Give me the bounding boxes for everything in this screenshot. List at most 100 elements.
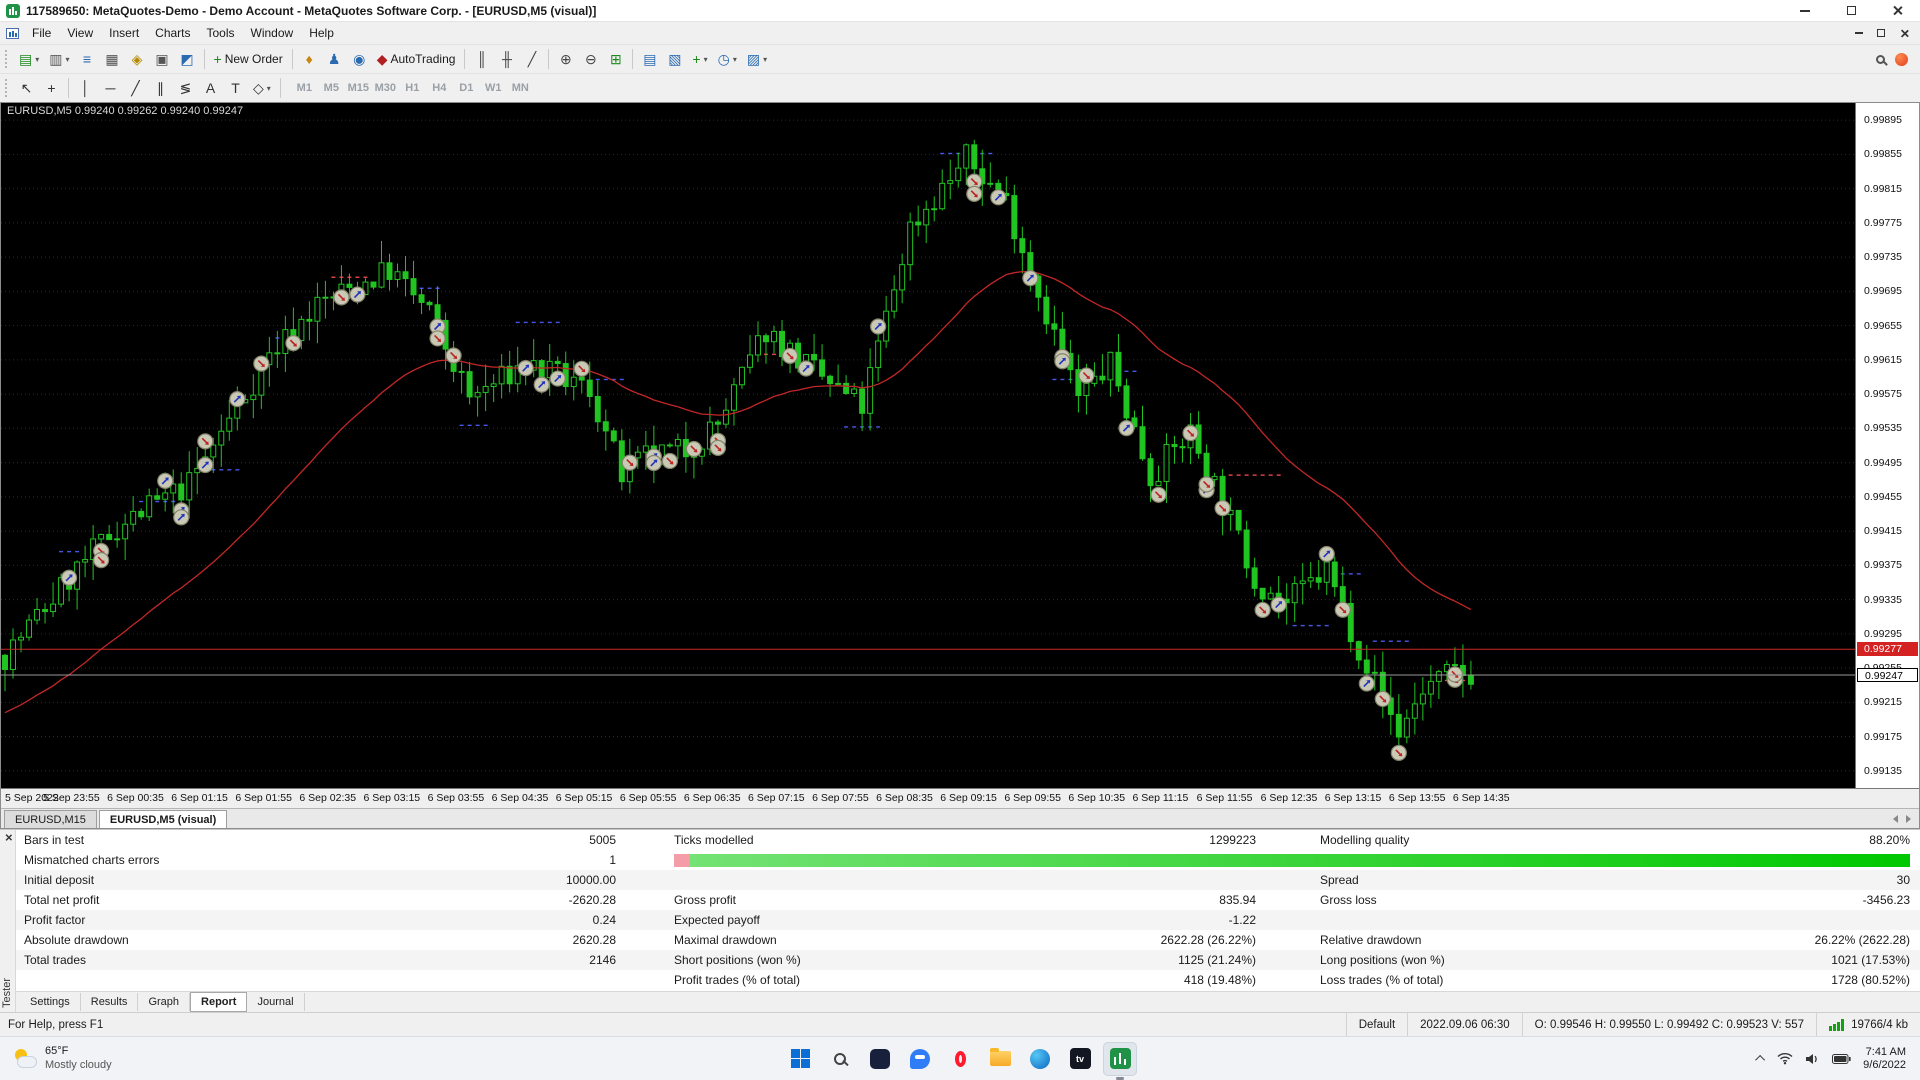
tester-tab-report[interactable]: Report <box>190 992 247 1012</box>
metaeditor-button[interactable]: ♦ <box>297 48 322 71</box>
menu-file[interactable]: File <box>24 23 59 43</box>
mdi-window-controls <box>1855 28 1920 39</box>
crosshair-button[interactable]: + <box>39 77 64 100</box>
profiles-button[interactable]: ▥▾ <box>44 48 74 71</box>
toolbar-drag-handle[interactable] <box>5 50 10 68</box>
shapes-button[interactable]: ◇▾ <box>248 77 276 100</box>
zoom-out-button[interactable]: ⊖ <box>578 48 603 71</box>
market-watch-button[interactable]: ≡ <box>75 48 100 71</box>
scroll-left-icon[interactable] <box>1893 815 1898 823</box>
timeframe-m5[interactable]: M5 <box>318 78 345 98</box>
tester-tab-settings[interactable]: Settings <box>20 993 81 1011</box>
volume-icon[interactable] <box>1805 1053 1820 1065</box>
dropdown-caret-icon[interactable]: ▾ <box>763 55 767 64</box>
mdi-restore-icon[interactable] <box>1877 29 1885 37</box>
timeframe-h1[interactable]: H1 <box>399 78 426 98</box>
tile-windows-button[interactable]: ⊞ <box>603 48 628 71</box>
add-indicator-button[interactable]: +▾ <box>687 48 712 71</box>
tradingview-icon[interactable]: tv <box>1063 1042 1097 1076</box>
bar-chart-button[interactable]: ║ <box>469 48 494 71</box>
menu-help[interactable]: Help <box>301 23 342 43</box>
task-view-button[interactable] <box>863 1042 897 1076</box>
terminal-button[interactable]: ▣ <box>150 48 175 71</box>
battery-icon[interactable] <box>1832 1054 1851 1064</box>
templates-button[interactable]: ▨▾ <box>742 48 772 71</box>
maximize-button[interactable] <box>1828 0 1874 21</box>
timeframe-h4[interactable]: H4 <box>426 78 453 98</box>
options-button[interactable]: ◉ <box>347 48 372 71</box>
timeframe-d1[interactable]: D1 <box>453 78 480 98</box>
taskbar-clock[interactable]: 7:41 AM 9/6/2022 <box>1863 1046 1906 1072</box>
data-window-button[interactable]: ▦ <box>100 48 125 71</box>
price-tick-label: 0.99855 <box>1856 148 1919 160</box>
start-button[interactable] <box>783 1042 817 1076</box>
candlestick-icon: ╫ <box>502 52 512 66</box>
menu-tools[interactable]: Tools <box>199 23 243 43</box>
profile-selector[interactable]: Default <box>1346 1013 1407 1036</box>
scroll-right-icon[interactable] <box>1906 815 1911 823</box>
line-chart-button[interactable]: ╱ <box>519 48 544 71</box>
zoom-in-button[interactable]: ⊕ <box>553 48 578 71</box>
text-button[interactable]: A <box>198 77 223 100</box>
cursor-button[interactable]: ↖ <box>14 77 39 100</box>
mdi-close-icon[interactable] <box>1900 28 1909 37</box>
text-label-button[interactable]: T <box>223 77 248 100</box>
timeframe-m30[interactable]: M30 <box>372 78 399 98</box>
menu-charts[interactable]: Charts <box>147 23 198 43</box>
tester-tab-journal[interactable]: Journal <box>247 993 304 1011</box>
autotrading-button[interactable]: ◆AutoTrading <box>372 48 461 71</box>
tester-tab-results[interactable]: Results <box>81 993 139 1011</box>
strategy-tester-button[interactable]: ◩ <box>175 48 200 71</box>
toolbar-drag-handle[interactable] <box>5 79 10 97</box>
channel-button[interactable]: ∥ <box>148 77 173 100</box>
periods-button[interactable]: ◷▾ <box>713 48 742 71</box>
tray-overflow-icon[interactable] <box>1755 1055 1765 1065</box>
opera-icon[interactable] <box>943 1042 977 1076</box>
menu-view[interactable]: View <box>59 23 101 43</box>
timeframe-mn[interactable]: MN <box>507 78 534 98</box>
file-explorer-icon[interactable] <box>983 1042 1017 1076</box>
tester-tab-graph[interactable]: Graph <box>138 993 190 1011</box>
dropdown-caret-icon[interactable]: ▾ <box>65 55 69 64</box>
expert-advisors-button[interactable]: ♟ <box>322 48 347 71</box>
search-icon[interactable] <box>1876 55 1885 64</box>
mdi-minimize-icon[interactable] <box>1855 32 1863 34</box>
navigator-button[interactable]: ◈ <box>125 48 150 71</box>
dropdown-caret-icon[interactable]: ▾ <box>733 55 737 64</box>
menu-window[interactable]: Window <box>243 23 302 43</box>
close-button[interactable] <box>1874 0 1920 21</box>
vertical-line-button[interactable]: │ <box>73 77 98 100</box>
report-label: Total trades <box>16 953 446 967</box>
horizontal-line-button[interactable]: ─ <box>98 77 123 100</box>
dropdown-caret-icon[interactable]: ▾ <box>267 84 271 93</box>
cascade-windows-button[interactable]: ▧ <box>662 48 687 71</box>
candlestick-button[interactable]: ╫ <box>494 48 519 71</box>
arrange-windows-button[interactable]: ▤ <box>637 48 662 71</box>
trendline-button[interactable]: ╱ <box>123 77 148 100</box>
chart-tab[interactable]: EURUSD,M15 <box>4 810 97 828</box>
timeframe-m1[interactable]: M1 <box>291 78 318 98</box>
tester-close-button[interactable] <box>3 832 14 846</box>
metatrader-icon[interactable] <box>1103 1042 1137 1076</box>
minimize-button[interactable] <box>1782 0 1828 21</box>
menu-insert[interactable]: Insert <box>101 23 147 43</box>
search-button[interactable] <box>823 1042 857 1076</box>
price-scale[interactable]: 0.998950.998550.998150.997750.997350.996… <box>1855 103 1919 788</box>
notification-icon[interactable] <box>1895 53 1908 66</box>
fibonacci-button[interactable]: ≶ <box>173 77 198 100</box>
dropdown-caret-icon[interactable]: ▾ <box>35 55 39 64</box>
wifi-icon[interactable] <box>1777 1052 1793 1065</box>
new-order-button[interactable]: +New Order <box>209 48 288 71</box>
timeframe-m15[interactable]: M15 <box>345 78 372 98</box>
new-chart-button[interactable]: ▤▾ <box>14 48 44 71</box>
chart-tab[interactable]: EURUSD,M5 (visual) <box>99 810 227 828</box>
time-tick-label: 6 Sep 12:35 <box>1261 792 1318 804</box>
blue-app-icon[interactable] <box>1023 1042 1057 1076</box>
chart-plot[interactable]: EURUSD,M5 0.99240 0.99262 0.99240 0.9924… <box>1 103 1855 788</box>
timeframe-w1[interactable]: W1 <box>480 78 507 98</box>
chat-button[interactable] <box>903 1042 937 1076</box>
time-axis[interactable]: 5 Sep 20225 Sep 23:556 Sep 00:356 Sep 01… <box>1 788 1919 808</box>
price-tick-label: 0.99215 <box>1856 696 1919 708</box>
weather-widget[interactable]: 65°F Mostly cloudy <box>0 1045 112 1073</box>
dropdown-caret-icon[interactable]: ▾ <box>704 55 708 64</box>
